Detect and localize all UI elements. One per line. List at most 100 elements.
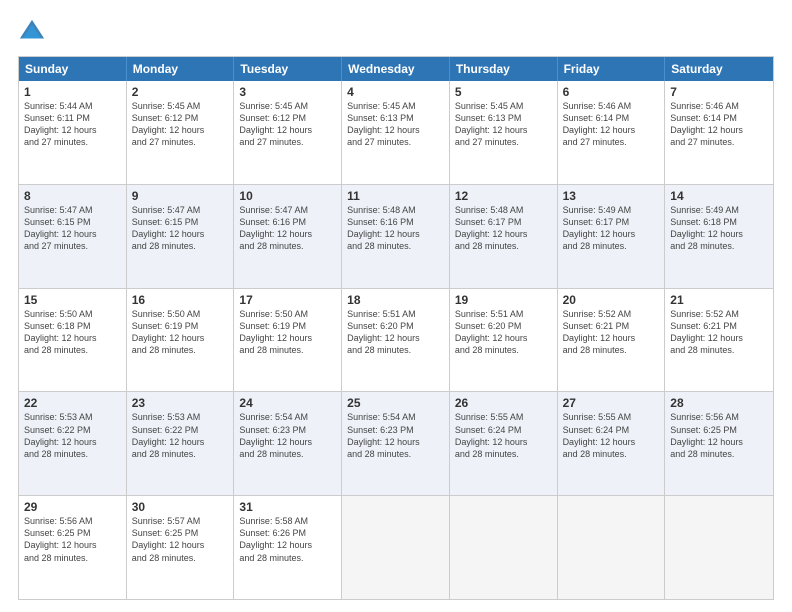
day-number: 10: [239, 189, 336, 203]
day-number: 3: [239, 85, 336, 99]
day-number: 24: [239, 396, 336, 410]
calendar-cell-day-29: 29Sunrise: 5:56 AM Sunset: 6:25 PM Dayli…: [19, 496, 127, 599]
day-number: 31: [239, 500, 336, 514]
calendar-cell-day-27: 27Sunrise: 5:55 AM Sunset: 6:24 PM Dayli…: [558, 392, 666, 495]
calendar-cell-day-2: 2Sunrise: 5:45 AM Sunset: 6:12 PM Daylig…: [127, 81, 235, 184]
day-number: 14: [670, 189, 768, 203]
calendar-cell-day-6: 6Sunrise: 5:46 AM Sunset: 6:14 PM Daylig…: [558, 81, 666, 184]
calendar-cell-day-19: 19Sunrise: 5:51 AM Sunset: 6:20 PM Dayli…: [450, 289, 558, 392]
header: [18, 18, 774, 46]
day-number: 20: [563, 293, 660, 307]
logo-icon: [18, 18, 46, 46]
calendar-cell-day-28: 28Sunrise: 5:56 AM Sunset: 6:25 PM Dayli…: [665, 392, 773, 495]
day-info: Sunrise: 5:45 AM Sunset: 6:13 PM Dayligh…: [347, 100, 444, 149]
day-info: Sunrise: 5:45 AM Sunset: 6:12 PM Dayligh…: [239, 100, 336, 149]
calendar-cell-day-12: 12Sunrise: 5:48 AM Sunset: 6:17 PM Dayli…: [450, 185, 558, 288]
day-number: 6: [563, 85, 660, 99]
day-info: Sunrise: 5:48 AM Sunset: 6:17 PM Dayligh…: [455, 204, 552, 253]
calendar-row-3: 15Sunrise: 5:50 AM Sunset: 6:18 PM Dayli…: [19, 288, 773, 392]
day-number: 25: [347, 396, 444, 410]
calendar-cell-day-30: 30Sunrise: 5:57 AM Sunset: 6:25 PM Dayli…: [127, 496, 235, 599]
day-number: 17: [239, 293, 336, 307]
day-info: Sunrise: 5:49 AM Sunset: 6:18 PM Dayligh…: [670, 204, 768, 253]
day-info: Sunrise: 5:52 AM Sunset: 6:21 PM Dayligh…: [670, 308, 768, 357]
calendar-cell-empty: [342, 496, 450, 599]
day-info: Sunrise: 5:58 AM Sunset: 6:26 PM Dayligh…: [239, 515, 336, 564]
day-info: Sunrise: 5:55 AM Sunset: 6:24 PM Dayligh…: [455, 411, 552, 460]
day-number: 28: [670, 396, 768, 410]
calendar-cell-day-26: 26Sunrise: 5:55 AM Sunset: 6:24 PM Dayli…: [450, 392, 558, 495]
day-number: 1: [24, 85, 121, 99]
calendar-cell-day-18: 18Sunrise: 5:51 AM Sunset: 6:20 PM Dayli…: [342, 289, 450, 392]
calendar-cell-empty: [665, 496, 773, 599]
calendar-row-5: 29Sunrise: 5:56 AM Sunset: 6:25 PM Dayli…: [19, 495, 773, 599]
day-number: 7: [670, 85, 768, 99]
weekday-header-sunday: Sunday: [19, 57, 127, 81]
day-number: 4: [347, 85, 444, 99]
day-info: Sunrise: 5:56 AM Sunset: 6:25 PM Dayligh…: [24, 515, 121, 564]
calendar-body: 1Sunrise: 5:44 AM Sunset: 6:11 PM Daylig…: [19, 81, 773, 599]
day-number: 2: [132, 85, 229, 99]
weekday-header-wednesday: Wednesday: [342, 57, 450, 81]
page: SundayMondayTuesdayWednesdayThursdayFrid…: [0, 0, 792, 612]
calendar-cell-day-20: 20Sunrise: 5:52 AM Sunset: 6:21 PM Dayli…: [558, 289, 666, 392]
day-number: 8: [24, 189, 121, 203]
day-info: Sunrise: 5:53 AM Sunset: 6:22 PM Dayligh…: [132, 411, 229, 460]
day-number: 26: [455, 396, 552, 410]
day-number: 12: [455, 189, 552, 203]
calendar-cell-day-16: 16Sunrise: 5:50 AM Sunset: 6:19 PM Dayli…: [127, 289, 235, 392]
calendar-cell-day-5: 5Sunrise: 5:45 AM Sunset: 6:13 PM Daylig…: [450, 81, 558, 184]
day-number: 30: [132, 500, 229, 514]
day-number: 29: [24, 500, 121, 514]
day-info: Sunrise: 5:57 AM Sunset: 6:25 PM Dayligh…: [132, 515, 229, 564]
day-number: 22: [24, 396, 121, 410]
calendar-cell-day-7: 7Sunrise: 5:46 AM Sunset: 6:14 PM Daylig…: [665, 81, 773, 184]
calendar-cell-day-15: 15Sunrise: 5:50 AM Sunset: 6:18 PM Dayli…: [19, 289, 127, 392]
day-number: 21: [670, 293, 768, 307]
calendar-cell-day-8: 8Sunrise: 5:47 AM Sunset: 6:15 PM Daylig…: [19, 185, 127, 288]
calendar-cell-day-17: 17Sunrise: 5:50 AM Sunset: 6:19 PM Dayli…: [234, 289, 342, 392]
day-number: 19: [455, 293, 552, 307]
calendar-cell-day-3: 3Sunrise: 5:45 AM Sunset: 6:12 PM Daylig…: [234, 81, 342, 184]
calendar-cell-day-10: 10Sunrise: 5:47 AM Sunset: 6:16 PM Dayli…: [234, 185, 342, 288]
day-info: Sunrise: 5:45 AM Sunset: 6:13 PM Dayligh…: [455, 100, 552, 149]
weekday-header-tuesday: Tuesday: [234, 57, 342, 81]
calendar-cell-day-14: 14Sunrise: 5:49 AM Sunset: 6:18 PM Dayli…: [665, 185, 773, 288]
calendar-row-4: 22Sunrise: 5:53 AM Sunset: 6:22 PM Dayli…: [19, 391, 773, 495]
calendar-cell-empty: [558, 496, 666, 599]
day-info: Sunrise: 5:50 AM Sunset: 6:19 PM Dayligh…: [132, 308, 229, 357]
calendar-cell-day-21: 21Sunrise: 5:52 AM Sunset: 6:21 PM Dayli…: [665, 289, 773, 392]
day-info: Sunrise: 5:47 AM Sunset: 6:15 PM Dayligh…: [132, 204, 229, 253]
weekday-header-friday: Friday: [558, 57, 666, 81]
day-info: Sunrise: 5:53 AM Sunset: 6:22 PM Dayligh…: [24, 411, 121, 460]
weekday-header-thursday: Thursday: [450, 57, 558, 81]
day-info: Sunrise: 5:47 AM Sunset: 6:16 PM Dayligh…: [239, 204, 336, 253]
day-number: 5: [455, 85, 552, 99]
calendar-cell-day-13: 13Sunrise: 5:49 AM Sunset: 6:17 PM Dayli…: [558, 185, 666, 288]
calendar: SundayMondayTuesdayWednesdayThursdayFrid…: [18, 56, 774, 600]
day-info: Sunrise: 5:52 AM Sunset: 6:21 PM Dayligh…: [563, 308, 660, 357]
day-info: Sunrise: 5:44 AM Sunset: 6:11 PM Dayligh…: [24, 100, 121, 149]
calendar-cell-empty: [450, 496, 558, 599]
calendar-row-1: 1Sunrise: 5:44 AM Sunset: 6:11 PM Daylig…: [19, 81, 773, 184]
day-info: Sunrise: 5:45 AM Sunset: 6:12 PM Dayligh…: [132, 100, 229, 149]
day-info: Sunrise: 5:48 AM Sunset: 6:16 PM Dayligh…: [347, 204, 444, 253]
calendar-cell-day-23: 23Sunrise: 5:53 AM Sunset: 6:22 PM Dayli…: [127, 392, 235, 495]
day-info: Sunrise: 5:51 AM Sunset: 6:20 PM Dayligh…: [347, 308, 444, 357]
calendar-cell-day-9: 9Sunrise: 5:47 AM Sunset: 6:15 PM Daylig…: [127, 185, 235, 288]
day-number: 27: [563, 396, 660, 410]
calendar-cell-day-4: 4Sunrise: 5:45 AM Sunset: 6:13 PM Daylig…: [342, 81, 450, 184]
day-number: 18: [347, 293, 444, 307]
day-number: 23: [132, 396, 229, 410]
day-info: Sunrise: 5:46 AM Sunset: 6:14 PM Dayligh…: [563, 100, 660, 149]
calendar-cell-day-31: 31Sunrise: 5:58 AM Sunset: 6:26 PM Dayli…: [234, 496, 342, 599]
day-number: 13: [563, 189, 660, 203]
calendar-header: SundayMondayTuesdayWednesdayThursdayFrid…: [19, 57, 773, 81]
day-info: Sunrise: 5:47 AM Sunset: 6:15 PM Dayligh…: [24, 204, 121, 253]
day-info: Sunrise: 5:50 AM Sunset: 6:18 PM Dayligh…: [24, 308, 121, 357]
day-info: Sunrise: 5:46 AM Sunset: 6:14 PM Dayligh…: [670, 100, 768, 149]
calendar-cell-day-1: 1Sunrise: 5:44 AM Sunset: 6:11 PM Daylig…: [19, 81, 127, 184]
calendar-cell-day-24: 24Sunrise: 5:54 AM Sunset: 6:23 PM Dayli…: [234, 392, 342, 495]
calendar-cell-day-25: 25Sunrise: 5:54 AM Sunset: 6:23 PM Dayli…: [342, 392, 450, 495]
day-info: Sunrise: 5:54 AM Sunset: 6:23 PM Dayligh…: [239, 411, 336, 460]
